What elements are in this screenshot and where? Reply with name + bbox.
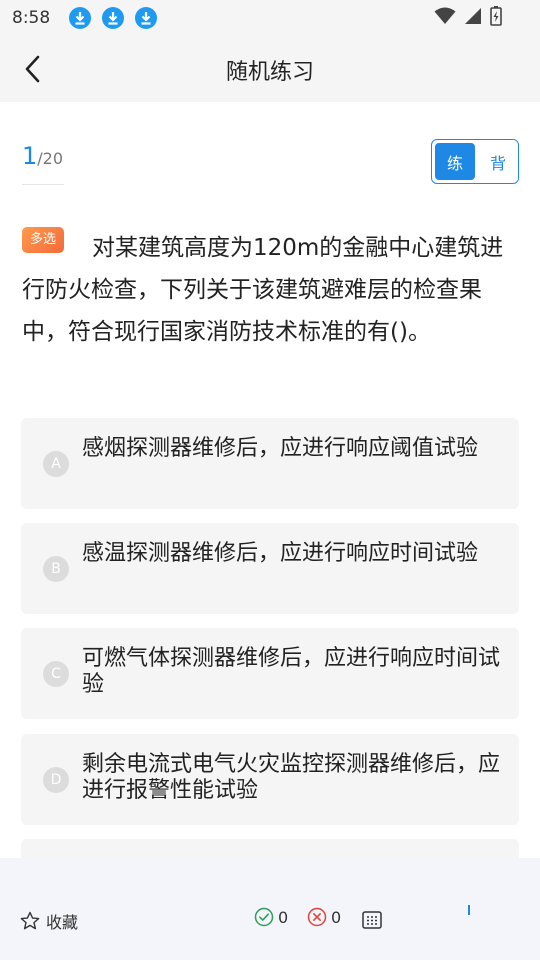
question-stem: 多选 对某建筑高度为120m的金融中心建筑进行防火检查，下列关于该建筑避难层的检查…	[22, 227, 522, 353]
x-circle-icon	[307, 907, 327, 927]
app-header: 随机练习	[0, 36, 540, 102]
status-bar: 8:58	[0, 0, 540, 36]
progress-current: 1	[22, 142, 38, 170]
download-icon	[69, 7, 92, 29]
wrong-count: 0	[307, 907, 341, 927]
correct-count: 0	[254, 907, 288, 927]
option-a[interactable]: A 感烟探测器维修后，应进行响应阈值试验	[21, 418, 519, 509]
option-text: 剩余电流式电气火灾监控探测器维修后，应进行报警性能试验	[82, 752, 501, 803]
option-c[interactable]: C 可燃气体探测器维修后，应进行响应时间试验	[21, 628, 519, 719]
option-letter: D	[43, 767, 69, 793]
mode-toggle: 练 背	[431, 139, 519, 184]
correct-count-value: 0	[278, 907, 289, 927]
option-text: 可燃气体探测器维修后，应进行响应时间试验	[82, 646, 501, 697]
option-text: 感烟探测器维修后，应进行响应阈值试验	[82, 436, 479, 461]
option-letter: C	[43, 661, 69, 687]
favorite-label: 收藏	[46, 913, 79, 932]
status-time: 8:58	[12, 8, 51, 28]
download-icon	[102, 7, 125, 29]
wrong-count-value: 0	[331, 907, 342, 927]
favorite-button[interactable]: 收藏	[20, 909, 78, 933]
page-title: 随机练习	[225, 60, 314, 85]
question-progress: 1/20	[22, 142, 63, 170]
option-b[interactable]: B 感温探测器维修后，应进行响应时间试验	[21, 523, 519, 614]
option-d[interactable]: D 剩余电流式电气火灾监控探测器维修后，应进行报警性能试验	[21, 734, 519, 825]
recite-mode-button[interactable]: 背	[478, 140, 518, 183]
progress-total: /20	[37, 149, 64, 168]
option-letter: A	[43, 451, 69, 477]
signal-icon	[464, 7, 482, 29]
question-text: 对某建筑高度为120m的金融中心建筑进行防火检查，下列关于该建筑避难层的检查果中…	[22, 235, 504, 345]
answer-sheet-button[interactable]	[362, 911, 382, 933]
wifi-icon	[434, 7, 456, 29]
answer-sheet-icon	[362, 911, 382, 929]
option-letter: B	[43, 556, 69, 582]
check-circle-icon	[254, 907, 274, 927]
bottom-bar: 收藏 0 0	[0, 858, 540, 960]
scroll-indicator	[468, 905, 470, 915]
battery-icon	[490, 6, 502, 30]
progress-divider	[22, 184, 64, 185]
option-text: 感温探测器维修后，应进行响应时间试验	[82, 541, 479, 566]
question-type-badge: 多选	[22, 227, 64, 253]
download-icon	[135, 7, 158, 29]
star-icon	[20, 911, 40, 930]
practice-mode-button[interactable]: 练	[435, 143, 475, 180]
